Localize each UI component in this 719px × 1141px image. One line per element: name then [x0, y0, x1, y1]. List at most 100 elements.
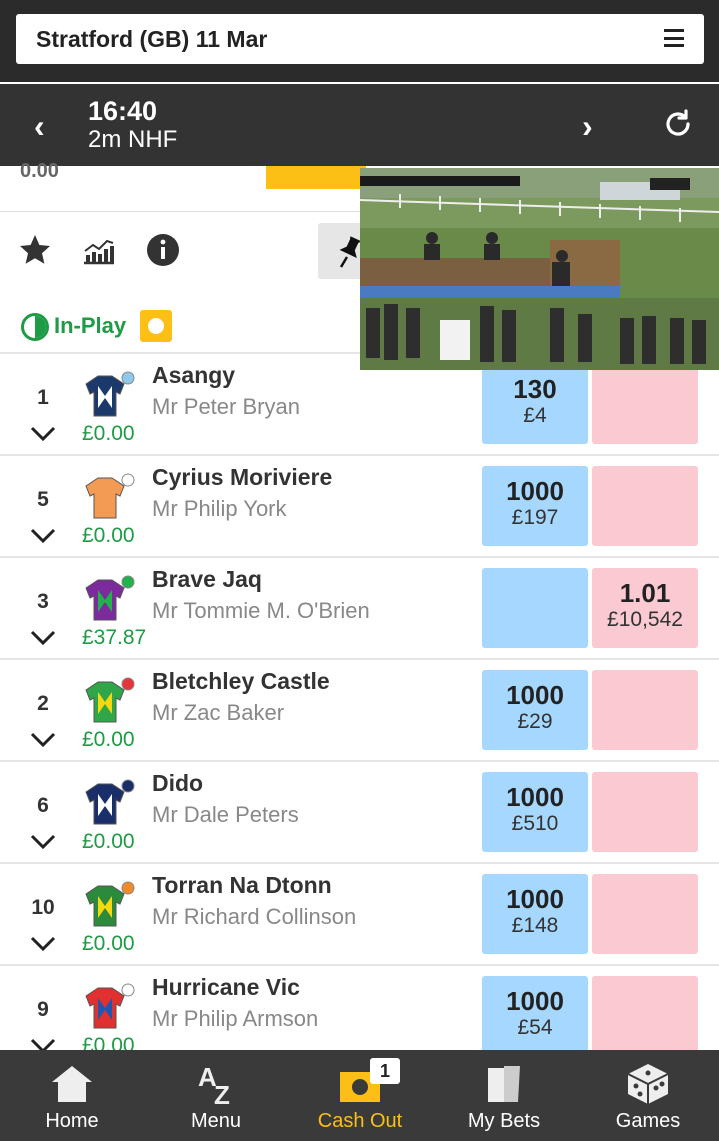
runner-row: 3 Brave Jaq Mr Tommie M. O'Brien £37.87 1.01… [0, 556, 719, 658]
race-video-frame [360, 168, 719, 370]
lay-odds [592, 782, 698, 812]
back-stake: £29 [517, 710, 553, 733]
horse-name: Torran Na Dtonn [152, 872, 332, 898]
nav-home[interactable]: Home [0, 1050, 144, 1141]
nav-mybets-label: My Bets [467, 1110, 541, 1132]
runner-number: 10 [31, 896, 55, 919]
chevron-down-icon[interactable] [30, 528, 56, 544]
back-odds: 1000 [506, 476, 564, 506]
nav-games-label: Games [615, 1110, 681, 1132]
back-odds: 1000 [506, 680, 564, 710]
lay-odds-button[interactable] [592, 976, 698, 1056]
chevron-down-icon[interactable] [30, 732, 56, 748]
betslip-icon [488, 1066, 520, 1102]
back-odds-button[interactable]: 1000 £197 [482, 466, 588, 546]
back-odds-button[interactable]: 1000 £54 [482, 976, 588, 1056]
jockey-silk-icon [85, 881, 135, 927]
live-video-stream[interactable] [360, 168, 719, 370]
jockey-name: Mr Dale Peters [152, 802, 299, 827]
runner-row: 5 Cyrius Moriviere Mr Philip York £0.00 1000… [0, 454, 719, 556]
top-bar: Stratford (GB) 11 Mar [0, 0, 719, 82]
runner-row: 10 Torran Na Dtonn Mr Richard Collinson £0.… [0, 862, 719, 964]
back-odds-button[interactable]: 130 £4 [482, 364, 588, 444]
lay-odds [592, 680, 698, 710]
runner-number: 3 [37, 590, 49, 613]
runner-number: 5 [37, 488, 49, 511]
race-title: Stratford (GB) 11 Mar [36, 26, 268, 52]
lay-odds-button[interactable]: 1.01 £10,542 [592, 568, 698, 648]
jockey-silk-icon [85, 677, 135, 723]
runner-number: 2 [37, 692, 49, 715]
runner-number: 6 [37, 794, 49, 817]
back-stake: £4 [523, 404, 547, 427]
lay-stake: £10,542 [607, 608, 683, 631]
chevron-left-icon[interactable]: ‹ [34, 108, 45, 145]
lay-odds [592, 374, 698, 404]
horse-name: Cyrius Moriviere [152, 464, 333, 490]
back-stake: £54 [517, 1016, 553, 1039]
horse-name: Bletchley Castle [152, 668, 330, 694]
jockey-name: Mr Philip Armson [152, 1006, 319, 1031]
chart-icon[interactable] [82, 233, 116, 267]
svg-text:Z: Z [214, 1080, 230, 1106]
star-icon[interactable] [18, 233, 52, 267]
dice-icon [627, 1064, 669, 1104]
chevron-down-icon[interactable] [30, 426, 56, 442]
race-header: ‹ 16:40 2m NHF › [0, 84, 719, 166]
nav-games[interactable]: Games [576, 1050, 719, 1141]
lay-odds [592, 986, 698, 1016]
lay-odds [592, 476, 698, 506]
race-selector[interactable]: Stratford (GB) 11 Mar [16, 14, 704, 64]
jockey-name: Mr Peter Bryan [152, 394, 300, 419]
jockey-silk-icon [85, 371, 135, 417]
jockey-silk-icon [85, 983, 135, 1029]
lay-odds-button[interactable] [592, 466, 698, 546]
lay-odds-button[interactable] [592, 874, 698, 954]
chevron-down-icon[interactable] [30, 630, 56, 646]
inplay-label: In-Play [54, 313, 127, 338]
race-time: 16:40 [88, 96, 158, 126]
live-video-badge[interactable] [140, 310, 172, 342]
back-odds: 130 [513, 374, 557, 404]
lay-odds-button[interactable] [592, 364, 698, 444]
runner-row: 6 Dido Mr Dale Peters £0.00 1000 £510 [0, 760, 719, 862]
jockey-name: Mr Tommie M. O'Brien [152, 598, 370, 623]
timer-icon [21, 313, 49, 341]
nav-mybets[interactable]: My Bets [432, 1050, 576, 1141]
home-icon [52, 1066, 92, 1102]
back-odds: 1000 [506, 986, 564, 1016]
cashout-count-badge: 1 [370, 1058, 400, 1084]
chevron-right-icon[interactable]: › [582, 108, 593, 145]
horse-name: Dido [152, 770, 204, 796]
race-distance: 2m NHF [88, 126, 178, 153]
jockey-name: Mr Richard Collinson [152, 904, 357, 929]
info-icon[interactable] [146, 233, 180, 267]
profit-loss: £0.00 [82, 728, 135, 751]
jockey-name: Mr Philip York [152, 496, 287, 521]
nav-menu[interactable]: A Z Menu [144, 1050, 288, 1141]
chevron-down-icon[interactable] [30, 936, 56, 952]
nav-cashout[interactable]: Cash Out [288, 1050, 432, 1141]
back-odds-button[interactable]: 1000 £29 [482, 670, 588, 750]
lay-odds-button[interactable] [592, 772, 698, 852]
nav-cashout-label: Cash Out [317, 1110, 403, 1132]
back-odds-button[interactable] [482, 568, 588, 648]
chevron-down-icon[interactable] [30, 834, 56, 850]
jockey-silk-icon [85, 575, 135, 621]
profit-loss: £0.00 [82, 524, 135, 547]
back-stake: £510 [511, 812, 559, 835]
back-stake: £148 [511, 914, 559, 937]
cashout-button[interactable] [266, 166, 366, 189]
back-odds [482, 578, 588, 608]
back-odds: 1000 [506, 884, 564, 914]
jockey-silk-icon [85, 779, 135, 825]
refresh-icon[interactable] [662, 108, 694, 140]
back-odds-button[interactable]: 1000 £510 [482, 772, 588, 852]
lay-odds: 1.01 [619, 578, 671, 608]
nav-home-label: Home [45, 1110, 99, 1132]
hamburger-icon[interactable] [664, 29, 684, 47]
back-odds-button[interactable]: 1000 £148 [482, 874, 588, 954]
runner-row: 2 Bletchley Castle Mr Zac Baker £0.00 1000 £2… [0, 658, 719, 760]
lay-odds-button[interactable] [592, 670, 698, 750]
profit-loss: £0.00 [82, 932, 135, 955]
